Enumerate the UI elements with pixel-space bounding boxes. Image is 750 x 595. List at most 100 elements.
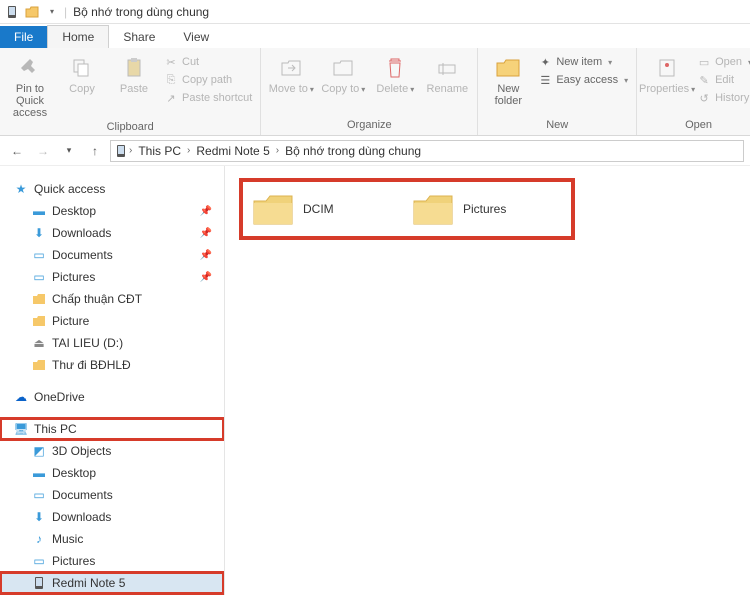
folder-icon	[30, 357, 48, 373]
desktop-icon: ▬	[30, 465, 48, 481]
tree-this-pc[interactable]: 🖥This PC	[0, 418, 224, 440]
copy-to-button[interactable]: Copy to▾	[319, 52, 367, 97]
phone-icon	[4, 4, 20, 20]
ribbon-tabs: File Home Share View	[0, 24, 750, 48]
new-folder-button[interactable]: New folder	[484, 52, 532, 109]
tree-quick-access[interactable]: ★Quick access	[0, 178, 224, 200]
tab-view[interactable]: View	[169, 26, 223, 48]
open-icon: ▭	[697, 55, 711, 69]
tree-downloads[interactable]: ⬇Downloads📌	[0, 222, 224, 244]
tree-desktop2[interactable]: ▬Desktop	[0, 462, 224, 484]
copyto-icon	[329, 54, 357, 82]
paste-icon	[120, 54, 148, 82]
drive-icon: ⏏	[30, 335, 48, 351]
pin-icon: 📌	[200, 228, 212, 239]
new-item-button[interactable]: ✦New item▾	[536, 54, 630, 70]
phone-icon	[115, 144, 127, 158]
chevron-right-icon[interactable]: ›	[187, 145, 190, 156]
body: ★Quick access ▬Desktop📌 ⬇Downloads📌 ▭Doc…	[0, 166, 750, 595]
forward-button[interactable]: →	[32, 140, 54, 162]
tree-desktop[interactable]: ▬Desktop📌	[0, 200, 224, 222]
tree-pictures[interactable]: ▭Pictures📌	[0, 266, 224, 288]
folder-pictures[interactable]: Pictures	[409, 188, 559, 230]
chevron-right-icon[interactable]: ›	[129, 145, 132, 156]
star-icon: ★	[12, 181, 30, 197]
content-pane[interactable]: DCIM Pictures	[225, 166, 750, 595]
documents-icon: ▭	[30, 487, 48, 503]
easy-access-button[interactable]: ☰Easy access▾	[536, 72, 630, 88]
crumb-this-pc[interactable]: This PC	[134, 144, 185, 158]
chevron-right-icon[interactable]: ›	[276, 145, 279, 156]
folder-dcim[interactable]: DCIM	[249, 188, 399, 230]
move-to-button[interactable]: Move to▾	[267, 52, 315, 97]
tree-thu-di[interactable]: Thư đi BĐHLĐ	[0, 354, 224, 376]
history-icon: ↺	[697, 91, 711, 105]
path-icon: ⎘	[164, 73, 178, 87]
tree-documents2[interactable]: ▭Documents	[0, 484, 224, 506]
copy-path-button[interactable]: ⎘Copy path	[162, 72, 254, 88]
tree-picture[interactable]: Picture	[0, 310, 224, 332]
tree-onedrive[interactable]: ☁OneDrive	[0, 386, 224, 408]
edit-button[interactable]: ✎Edit	[695, 72, 750, 88]
tree-chap-thuan[interactable]: Chấp thuận CĐT	[0, 288, 224, 310]
group-clipboard: Pin to Quick access Copy Paste ✂Cut ⎘Cop…	[0, 48, 261, 135]
recent-dropdown[interactable]: ▾	[58, 140, 80, 162]
crumb-storage[interactable]: Bộ nhớ trong dùng chung	[281, 144, 425, 158]
group-open: Properties▾ ▭Open▾ ✎Edit ↺History Open	[637, 48, 750, 135]
folder-icon	[249, 188, 297, 230]
shortcut-icon: ↗	[164, 91, 178, 105]
folder-icon	[24, 4, 40, 20]
tree-3d-objects[interactable]: ◩3D Objects	[0, 440, 224, 462]
onedrive-icon: ☁	[12, 389, 30, 405]
new-folder-icon	[494, 54, 522, 82]
group-new: New folder ✦New item▾ ☰Easy access▾ New	[478, 48, 637, 135]
pictures-icon: ▭	[30, 553, 48, 569]
downloads-icon: ⬇	[30, 225, 48, 241]
easy-access-icon: ☰	[538, 73, 552, 87]
tree-tai-lieu[interactable]: ⏏TAI LIEU (D:)	[0, 332, 224, 354]
pin-icon: 📌	[200, 250, 212, 261]
pin-quick-access-button[interactable]: Pin to Quick access	[6, 52, 54, 121]
pin-icon: 📌	[200, 206, 212, 217]
paste-shortcut-button[interactable]: ↗Paste shortcut	[162, 90, 254, 106]
tree-pictures2[interactable]: ▭Pictures	[0, 550, 224, 572]
paste-button[interactable]: Paste	[110, 52, 158, 97]
cut-icon: ✂	[164, 55, 178, 69]
window-title: Bộ nhớ trong dùng chung	[73, 5, 209, 19]
phone-icon	[30, 575, 48, 591]
title-bar: ▾ | Bộ nhớ trong dùng chung	[0, 0, 750, 24]
cut-button[interactable]: ✂Cut	[162, 54, 254, 70]
tab-file[interactable]: File	[0, 26, 47, 48]
copy-button[interactable]: Copy	[58, 52, 106, 97]
delete-button[interactable]: Delete▾	[371, 52, 419, 97]
crumb-redmi[interactable]: Redmi Note 5	[192, 144, 273, 158]
downloads-icon: ⬇	[30, 509, 48, 525]
tab-share[interactable]: Share	[109, 26, 169, 48]
copy-icon	[68, 54, 96, 82]
tree-redmi[interactable]: Redmi Note 5	[0, 572, 224, 594]
pictures-icon: ▭	[30, 269, 48, 285]
tree-documents[interactable]: ▭Documents📌	[0, 244, 224, 266]
move-icon	[277, 54, 305, 82]
properties-button[interactable]: Properties▾	[643, 52, 691, 97]
up-button[interactable]: ↑	[84, 140, 106, 162]
rename-button[interactable]: Rename	[423, 52, 471, 97]
objects3d-icon: ◩	[30, 443, 48, 459]
pin-icon: 📌	[200, 272, 212, 283]
dropdown-icon[interactable]: ▾	[44, 4, 60, 20]
highlighted-folders: DCIM Pictures	[243, 182, 571, 236]
tab-home[interactable]: Home	[47, 25, 109, 48]
back-button[interactable]: ←	[6, 140, 28, 162]
tree-music[interactable]: ♪Music	[0, 528, 224, 550]
folder-icon	[409, 188, 457, 230]
documents-icon: ▭	[30, 247, 48, 263]
open-button[interactable]: ▭Open▾	[695, 54, 750, 70]
address-bar[interactable]: › This PC › Redmi Note 5 › Bộ nhớ trong …	[110, 140, 744, 162]
pc-icon: 🖥	[12, 421, 30, 437]
nav-tree[interactable]: ★Quick access ▬Desktop📌 ⬇Downloads📌 ▭Doc…	[0, 166, 225, 595]
group-organize: Move to▾ Copy to▾ Delete▾ Rename Organiz…	[261, 48, 478, 135]
rename-icon	[433, 54, 461, 82]
history-button[interactable]: ↺History	[695, 90, 750, 106]
tree-downloads2[interactable]: ⬇Downloads	[0, 506, 224, 528]
properties-icon	[653, 54, 681, 82]
